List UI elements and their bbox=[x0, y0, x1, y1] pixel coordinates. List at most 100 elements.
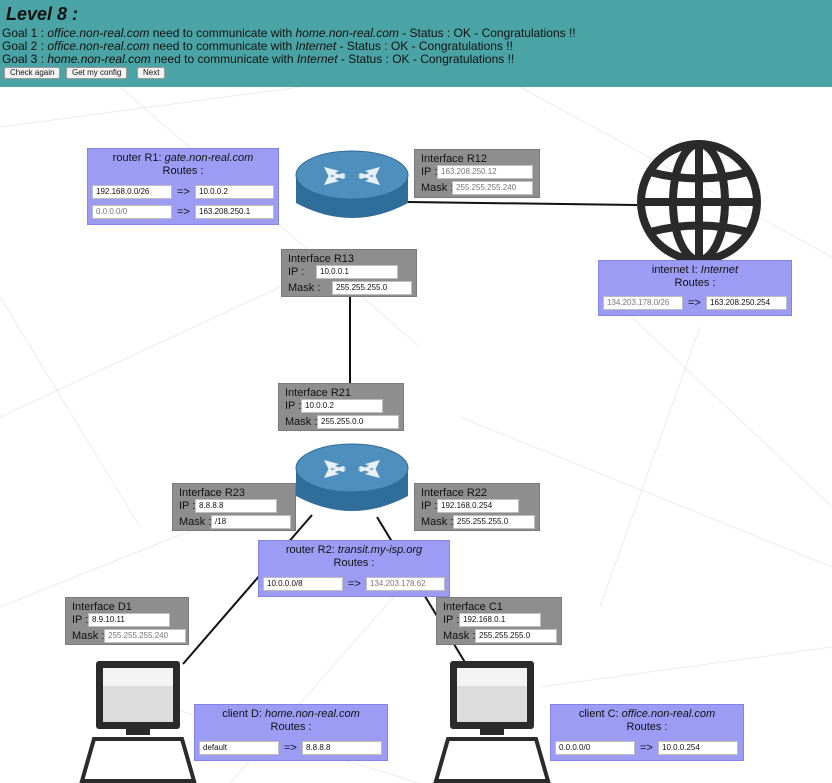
goal-2-status: - Status : OK - Congratulations !! bbox=[336, 39, 513, 53]
goal-3-destination: Internet bbox=[296, 52, 338, 66]
goal-3-status: - Status : OK - Congratulations !! bbox=[337, 52, 515, 66]
interface-r12-ip-input[interactable]: 163.208.250.12 bbox=[437, 165, 533, 179]
next-button[interactable]: Next bbox=[137, 67, 166, 79]
internet-title: internet I: Internet bbox=[599, 263, 791, 277]
router-r2-route-1-via[interactable]: 134.203.178.62 bbox=[366, 577, 445, 591]
check-again-button[interactable]: Check again bbox=[4, 67, 61, 79]
ip-label: IP : bbox=[179, 500, 196, 512]
router-r1-icon bbox=[295, 150, 409, 218]
router-r2-icon bbox=[295, 443, 409, 511]
internet-panel: internet I: Internet Routes : 134.203.17… bbox=[598, 260, 792, 316]
goal-3-label: Goal 3 : bbox=[2, 52, 48, 66]
get-config-button[interactable]: Get my config bbox=[66, 67, 128, 79]
goal-3-text: need to communicate with bbox=[150, 52, 297, 66]
router-r1-label: router R1: bbox=[112, 152, 165, 164]
mask-label: Mask : bbox=[285, 416, 318, 428]
ip-label: IP : bbox=[288, 266, 305, 278]
interface-r21-panel: Interface R21 IP : 10.0.0.2 Mask : 255.2… bbox=[278, 383, 404, 431]
router-r1-routes-label: Routes : bbox=[162, 165, 204, 177]
interface-r22-mask-input[interactable]: 255.255.255.0 bbox=[453, 515, 535, 529]
interface-c1-panel: Interface C1 IP : 192.168.0.1 Mask : 255… bbox=[436, 597, 562, 645]
interface-r23-ip-input[interactable]: 8.8.8.8 bbox=[195, 499, 277, 513]
ip-label: IP : bbox=[72, 614, 89, 626]
mask-label: Mask : bbox=[421, 182, 454, 194]
globe-icon bbox=[637, 140, 761, 264]
interface-d1-ip-input[interactable]: 8.9.10.11 bbox=[88, 613, 170, 627]
client-d-title: client D: home.non-real.com bbox=[195, 707, 387, 721]
internet-route-1-dest[interactable]: 134.203.178.0/26 bbox=[603, 296, 683, 310]
client-c-title: client C: office.non-real.com bbox=[551, 707, 743, 721]
network-canvas: router R1: gate.non-real.com Routes : 19… bbox=[0, 87, 832, 783]
client-d-label: client D: bbox=[222, 708, 265, 720]
interface-r21-mask-input[interactable]: 255.255.0.0 bbox=[317, 415, 399, 429]
client-c-route-1-via[interactable]: 10.0.0.254 bbox=[658, 741, 738, 755]
internet-routes-label: Routes : bbox=[674, 277, 716, 289]
router-r1-route-2-via[interactable]: 163.208.250.1 bbox=[195, 205, 274, 219]
router-r1-title: router R1: gate.non-real.com bbox=[88, 151, 278, 165]
router-r1-panel: router R1: gate.non-real.com Routes : 19… bbox=[87, 148, 279, 225]
route-arrow: => bbox=[177, 206, 190, 218]
router-r2-routes-label: Routes : bbox=[333, 557, 375, 569]
interface-r13-panel: Interface R13 IP : 10.0.0.1 Mask : 255.2… bbox=[281, 249, 417, 297]
interface-r13-ip-input[interactable]: 10.0.0.1 bbox=[316, 265, 398, 279]
router-r1-route-1-via[interactable]: 10.0.0.2 bbox=[195, 185, 274, 199]
interface-c1-ip-input[interactable]: 192.168.0.1 bbox=[459, 613, 541, 627]
interface-r13-mask-input[interactable]: 255.255.255.0 bbox=[332, 281, 412, 295]
interface-r23-mask-input[interactable]: /18 bbox=[211, 515, 291, 529]
interface-d1-name: Interface D1 bbox=[72, 601, 132, 613]
interface-r22-name: Interface R22 bbox=[421, 487, 488, 499]
link-r1-internet bbox=[407, 201, 638, 206]
interface-r12-panel: Interface R12 IP : 163.208.250.12 Mask :… bbox=[414, 149, 540, 198]
goal-3: Goal 3 : home.non-real.com need to commu… bbox=[2, 53, 514, 66]
router-r2-host: transit.my-isp.org bbox=[337, 544, 423, 556]
computer-c-icon bbox=[433, 661, 551, 783]
interface-c1-mask-input[interactable]: 255.255.255.0 bbox=[475, 629, 557, 643]
client-c-route-1-dest[interactable]: 0.0.0.0/0 bbox=[555, 741, 635, 755]
interface-r22-ip-input[interactable]: 192.168.0.254 bbox=[437, 499, 519, 513]
goal-3-source: home.non-real.com bbox=[47, 52, 151, 66]
router-r1-route-2-dest[interactable]: 0.0.0.0/0 bbox=[92, 205, 172, 219]
client-c-host: office.non-real.com bbox=[621, 708, 716, 720]
interface-d1-mask-input[interactable]: 255.255.255.240 bbox=[104, 629, 186, 643]
interface-r22-panel: Interface R22 IP : 192.168.0.254 Mask : … bbox=[414, 483, 540, 531]
client-d-panel: client D: home.non-real.com Routes : def… bbox=[194, 704, 388, 761]
mask-label: Mask : bbox=[288, 282, 321, 294]
goal-2-text: need to communicate with bbox=[149, 39, 296, 53]
client-d-host: home.non-real.com bbox=[265, 708, 360, 720]
route-arrow: => bbox=[284, 742, 297, 754]
goal-1-text: need to communicate with bbox=[149, 26, 296, 40]
goal-2-label: Goal 2 : bbox=[2, 39, 48, 53]
goal-1-label: Goal 1 : bbox=[2, 26, 48, 40]
client-c-panel: client C: office.non-real.com Routes : 0… bbox=[550, 704, 744, 761]
client-d-route-1-via[interactable]: 8.8.8.8 bbox=[302, 741, 382, 755]
client-d-routes-label: Routes : bbox=[270, 721, 312, 733]
level-title: Level 8 : bbox=[6, 4, 79, 24]
ip-label: IP : bbox=[285, 400, 302, 412]
interface-r21-ip-input[interactable]: 10.0.0.2 bbox=[301, 399, 383, 413]
goal-1-destination: home.non-real.com bbox=[295, 26, 399, 40]
level-header: Level 8 : Goal 1 : office.non-real.com n… bbox=[0, 0, 832, 87]
goal-1-status: - Status : OK - Congratulations !! bbox=[398, 26, 576, 40]
mask-label: Mask : bbox=[421, 516, 454, 528]
internet-route-1-via[interactable]: 163.208.250.254 bbox=[706, 296, 787, 310]
interface-r21-name: Interface R21 bbox=[285, 387, 352, 399]
internet-label: internet I: bbox=[651, 264, 701, 276]
client-d-route-1-dest[interactable]: default bbox=[199, 741, 279, 755]
route-arrow: => bbox=[688, 297, 701, 309]
route-arrow: => bbox=[177, 186, 190, 198]
interface-r13-name: Interface R13 bbox=[288, 253, 355, 265]
interface-r23-panel: Interface R23 IP : 8.8.8.8 Mask : /18 bbox=[172, 483, 296, 531]
router-r2-route-1-dest[interactable]: 10.0.0.0/8 bbox=[263, 577, 343, 591]
router-r1-route-1-dest[interactable]: 192.168.0.0/26 bbox=[92, 185, 172, 199]
ip-label: IP : bbox=[421, 500, 438, 512]
mask-label: Mask : bbox=[72, 630, 105, 642]
goal-1-source: office.non-real.com bbox=[47, 26, 150, 40]
ip-label: IP : bbox=[421, 166, 438, 178]
goal-2-destination: Internet bbox=[295, 39, 337, 53]
interface-r12-mask-input[interactable]: 255.255.255.240 bbox=[452, 181, 533, 195]
mask-label: Mask : bbox=[443, 630, 476, 642]
ip-label: IP : bbox=[443, 614, 460, 626]
route-arrow: => bbox=[348, 578, 361, 590]
route-arrow: => bbox=[640, 742, 653, 754]
mask-label: Mask : bbox=[179, 516, 212, 528]
